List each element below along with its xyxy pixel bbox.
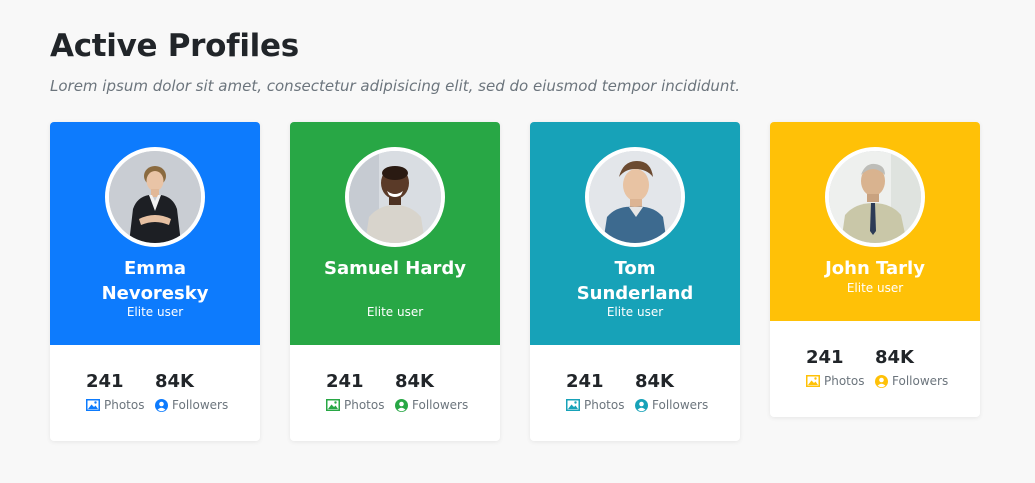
photos-stat: 241 Photos xyxy=(806,347,864,388)
followers-label-row: Followers xyxy=(635,398,708,412)
photos-stat: 241 Photos xyxy=(566,371,624,412)
image-icon xyxy=(806,375,820,387)
image-icon xyxy=(86,399,100,411)
followers-label: Followers xyxy=(652,398,709,412)
user-circle-icon xyxy=(875,374,888,388)
photos-count: 241 xyxy=(326,371,364,392)
image-icon xyxy=(326,399,340,411)
user-circle-icon xyxy=(395,398,408,412)
photos-count: 241 xyxy=(86,371,124,392)
followers-label: Followers xyxy=(892,374,949,388)
card-stats: 241 Photos 84K Followers xyxy=(290,345,500,441)
avatar-older-man-icon xyxy=(829,151,921,243)
profile-card[interactable]: John Tarly Elite user 241 Photos 84K Fol… xyxy=(770,122,980,417)
card-header: Tom Sunderland Elite user xyxy=(530,122,740,345)
profile-role: Elite user xyxy=(606,305,664,319)
profile-role: Elite user xyxy=(126,305,184,319)
photos-label-row: Photos xyxy=(806,374,864,388)
profile-name: Samuel Hardy xyxy=(323,258,467,279)
photos-label-row: Photos xyxy=(86,398,144,412)
user-circle-icon xyxy=(155,398,168,412)
photos-label: Photos xyxy=(104,398,145,412)
card-stats: 241 Photos 84K Followers xyxy=(530,345,740,441)
followers-label: Followers xyxy=(412,398,469,412)
followers-stat: 84K Followers xyxy=(875,347,948,388)
user-circle-icon xyxy=(635,398,648,412)
photos-stat: 241 Photos xyxy=(86,371,144,412)
followers-label-row: Followers xyxy=(875,374,948,388)
followers-stat: 84K Followers xyxy=(155,371,228,412)
profile-role: Elite user xyxy=(846,281,904,295)
photos-label-row: Photos xyxy=(326,398,384,412)
followers-count: 84K xyxy=(155,371,194,392)
card-header: Emma Nevoresky Elite user xyxy=(50,122,260,345)
card-header: Samuel Hardy Elite user xyxy=(290,122,500,345)
photos-count: 241 xyxy=(806,347,844,368)
photos-stat: 241 Photos xyxy=(326,371,384,412)
page-subtitle: Lorem ipsum dolor sit amet, consectetur … xyxy=(50,77,741,95)
card-stats: 241 Photos 84K Followers xyxy=(50,345,260,441)
followers-count: 84K xyxy=(875,347,914,368)
avatar-young-man-icon xyxy=(589,151,681,243)
avatar xyxy=(825,147,925,247)
photos-label: Photos xyxy=(344,398,385,412)
avatar-man-icon xyxy=(349,151,441,243)
profile-role: Elite user xyxy=(366,305,424,319)
followers-count: 84K xyxy=(635,371,674,392)
profile-card[interactable]: Tom Sunderland Elite user 241 Photos 84K xyxy=(530,122,740,441)
page-title: Active Profiles xyxy=(50,28,299,64)
profile-name: Emma Nevoresky xyxy=(101,258,209,304)
photos-label: Photos xyxy=(584,398,625,412)
followers-stat: 84K Followers xyxy=(395,371,468,412)
avatar xyxy=(585,147,685,247)
avatar-woman-icon xyxy=(109,151,201,243)
followers-count: 84K xyxy=(395,371,434,392)
profile-cards: Emma Nevoresky Elite user 241 Photos 84K xyxy=(50,122,980,441)
image-icon xyxy=(566,399,580,411)
photos-count: 241 xyxy=(566,371,604,392)
followers-label-row: Followers xyxy=(395,398,468,412)
card-header: John Tarly Elite user xyxy=(770,122,980,321)
avatar xyxy=(345,147,445,247)
followers-label-row: Followers xyxy=(155,398,228,412)
photos-label: Photos xyxy=(824,374,865,388)
profile-name: John Tarly xyxy=(825,258,925,279)
card-stats: 241 Photos 84K Followers xyxy=(770,321,980,417)
followers-label: Followers xyxy=(172,398,229,412)
photos-label-row: Photos xyxy=(566,398,624,412)
profile-name: Tom Sunderland xyxy=(576,258,694,304)
profile-card[interactable]: Samuel Hardy Elite user 241 Photos 84K F… xyxy=(290,122,500,441)
followers-stat: 84K Followers xyxy=(635,371,708,412)
profile-card[interactable]: Emma Nevoresky Elite user 241 Photos 84K xyxy=(50,122,260,441)
avatar xyxy=(105,147,205,247)
